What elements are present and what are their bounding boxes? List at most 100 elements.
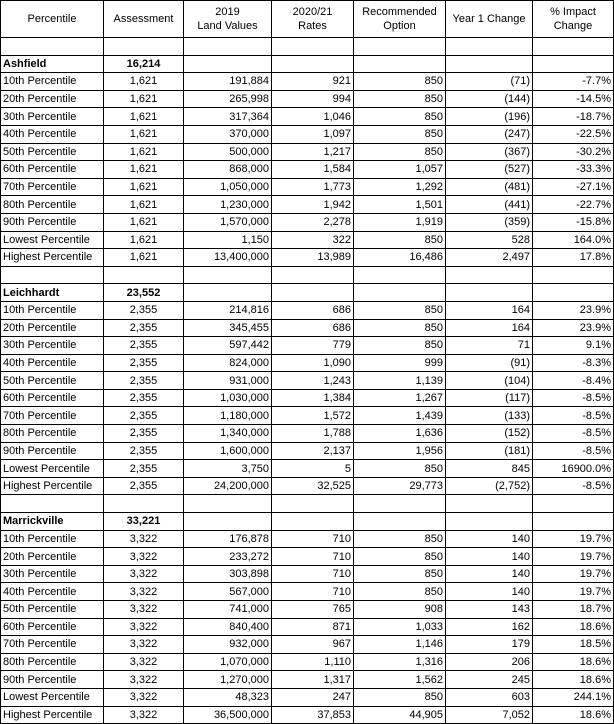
group-name: Leichhardt: [0, 283, 104, 302]
table-cell: 850: [353, 72, 446, 91]
table-cell: 140: [445, 582, 533, 601]
table-cell: (527): [445, 160, 533, 179]
empty-cell: [183, 494, 272, 514]
table-row: 10th Percentile 1,621 191,884 921 850 (71) -7.…: [0, 72, 614, 91]
table-cell: 850: [353, 107, 446, 126]
table-cell: 18.6%: [532, 670, 614, 689]
table-cell: 1,788: [271, 424, 354, 443]
table-cell: 44,905: [353, 705, 446, 724]
table-cell: 1,636: [353, 424, 446, 443]
table-cell: 2,355: [103, 371, 184, 390]
table-row: 90th Percentile 3,322 1,270,000 1,317 1,562 2…: [0, 670, 614, 689]
table-cell: 3,322: [103, 547, 184, 566]
empty-cell: [445, 283, 533, 302]
table-cell: 1,057: [353, 160, 446, 179]
table-cell: 921: [271, 72, 354, 91]
percentile-label: 10th Percentile: [0, 529, 104, 549]
table-cell: 850: [353, 230, 446, 250]
table-cell: 1,584: [271, 160, 354, 179]
table-cell: 500,000: [183, 142, 272, 162]
table-cell: (2,752): [445, 476, 533, 496]
table-cell: 36,500,000: [183, 705, 272, 724]
table-cell: 19.7%: [532, 529, 614, 549]
table-cell: 850: [353, 336, 446, 355]
table-cell: 24,200,000: [183, 476, 272, 496]
table-cell: -30.2%: [532, 142, 614, 162]
table-cell: 3,322: [103, 582, 184, 601]
table-row: 40th Percentile 3,322 567,000 710 850 140 19.7…: [0, 582, 614, 601]
empty-cell: [183, 265, 272, 285]
empty-cell: [183, 37, 272, 56]
table-cell: 16,486: [353, 248, 446, 267]
table-cell: -27.1%: [532, 177, 614, 197]
table-header: Percentile Assessment 2019 Land Values 2020/…: [0, 0, 614, 38]
percentile-label: Lowest Percentile: [0, 687, 104, 707]
percentile-label: 70th Percentile: [0, 177, 104, 197]
table-cell: 1,621: [103, 72, 184, 91]
table-cell: 1,292: [353, 177, 446, 197]
table-cell: 48,323: [183, 687, 272, 707]
percentile-label: 30th Percentile: [0, 564, 104, 584]
empty-cell: [271, 265, 354, 285]
table-cell: 3,322: [103, 635, 184, 654]
percentile-label: 80th Percentile: [0, 652, 104, 672]
group-header-row: Marrickville 33,221: [0, 512, 614, 531]
table-cell: 143: [445, 600, 533, 619]
empty-cell: [445, 265, 533, 285]
column-header: Year 1 Change: [445, 0, 533, 38]
table-cell: 1,097: [271, 124, 354, 144]
table-cell: 164.0%: [532, 230, 614, 250]
table-cell: 967: [271, 635, 354, 654]
table-cell: (367): [445, 142, 533, 162]
table-cell: 206: [445, 652, 533, 672]
table-cell: 2,497: [445, 248, 533, 267]
table-cell: 245: [445, 670, 533, 689]
table-cell: 1,150: [183, 230, 272, 250]
table-cell: 233,272: [183, 547, 272, 566]
table-cell: 140: [445, 529, 533, 549]
empty-cell: [445, 512, 533, 531]
table-row: Lowest Percentile 3,322 48,323 247 850 603 244…: [0, 687, 614, 707]
table-cell: 779: [271, 336, 354, 355]
table-row: Highest Percentile 3,322 36,500,000 37,853 4…: [0, 705, 614, 724]
table-cell: 850: [353, 687, 446, 707]
table-cell: 850: [353, 564, 446, 584]
table-body: Ashfield 16,214 10th Percentile 1,621 191,88…: [0, 37, 614, 724]
table-cell: 140: [445, 564, 533, 584]
table-row: 70th Percentile 1,621 1,050,000 1,773 1,292(…: [0, 177, 614, 197]
percentile-label: 70th Percentile: [0, 406, 104, 426]
percentile-label: 50th Percentile: [0, 600, 104, 619]
empty-cell: [532, 37, 614, 56]
table-cell: 164: [445, 300, 533, 320]
table-cell: -8.5%: [532, 441, 614, 461]
table-cell: 1,384: [271, 388, 354, 408]
table-cell: -22.5%: [532, 124, 614, 144]
table-row: 40th Percentile 1,621 370,000 1,097 850 (247)…: [0, 124, 614, 144]
empty-cell: [0, 265, 104, 285]
table-cell: 23.9%: [532, 318, 614, 338]
spacer-row: [0, 494, 614, 514]
table-cell: 1,033: [353, 617, 446, 637]
table-cell: 1,942: [271, 195, 354, 214]
empty-cell: [271, 283, 354, 302]
group-header-row: Leichhardt 23,552: [0, 283, 614, 302]
table-cell: 1,139: [353, 371, 446, 390]
table-cell: (152): [445, 424, 533, 443]
table-cell: 2,278: [271, 212, 354, 232]
table-row: 80th Percentile 1,621 1,230,000 1,942 1,501(…: [0, 195, 614, 214]
percentile-label: 90th Percentile: [0, 670, 104, 689]
empty-cell: [271, 494, 354, 514]
table-cell: 1,570,000: [183, 212, 272, 232]
empty-cell: [183, 54, 272, 74]
table-row: 90th Percentile 2,355 1,600,000 2,137 1,956(…: [0, 441, 614, 461]
table-cell: 13,400,000: [183, 248, 272, 267]
table-cell: 19.7%: [532, 547, 614, 566]
table-cell: 1,621: [103, 248, 184, 267]
table-cell: 18.6%: [532, 652, 614, 672]
table-cell: 840,400: [183, 617, 272, 637]
table-row: 60th Percentile 2,355 1,030,000 1,384 1,267(…: [0, 388, 614, 408]
empty-cell: [271, 512, 354, 531]
table-cell: 3,322: [103, 670, 184, 689]
table-row: 60th Percentile 3,322 840,400 871 1,033 162 18…: [0, 617, 614, 637]
empty-cell: [532, 512, 614, 531]
